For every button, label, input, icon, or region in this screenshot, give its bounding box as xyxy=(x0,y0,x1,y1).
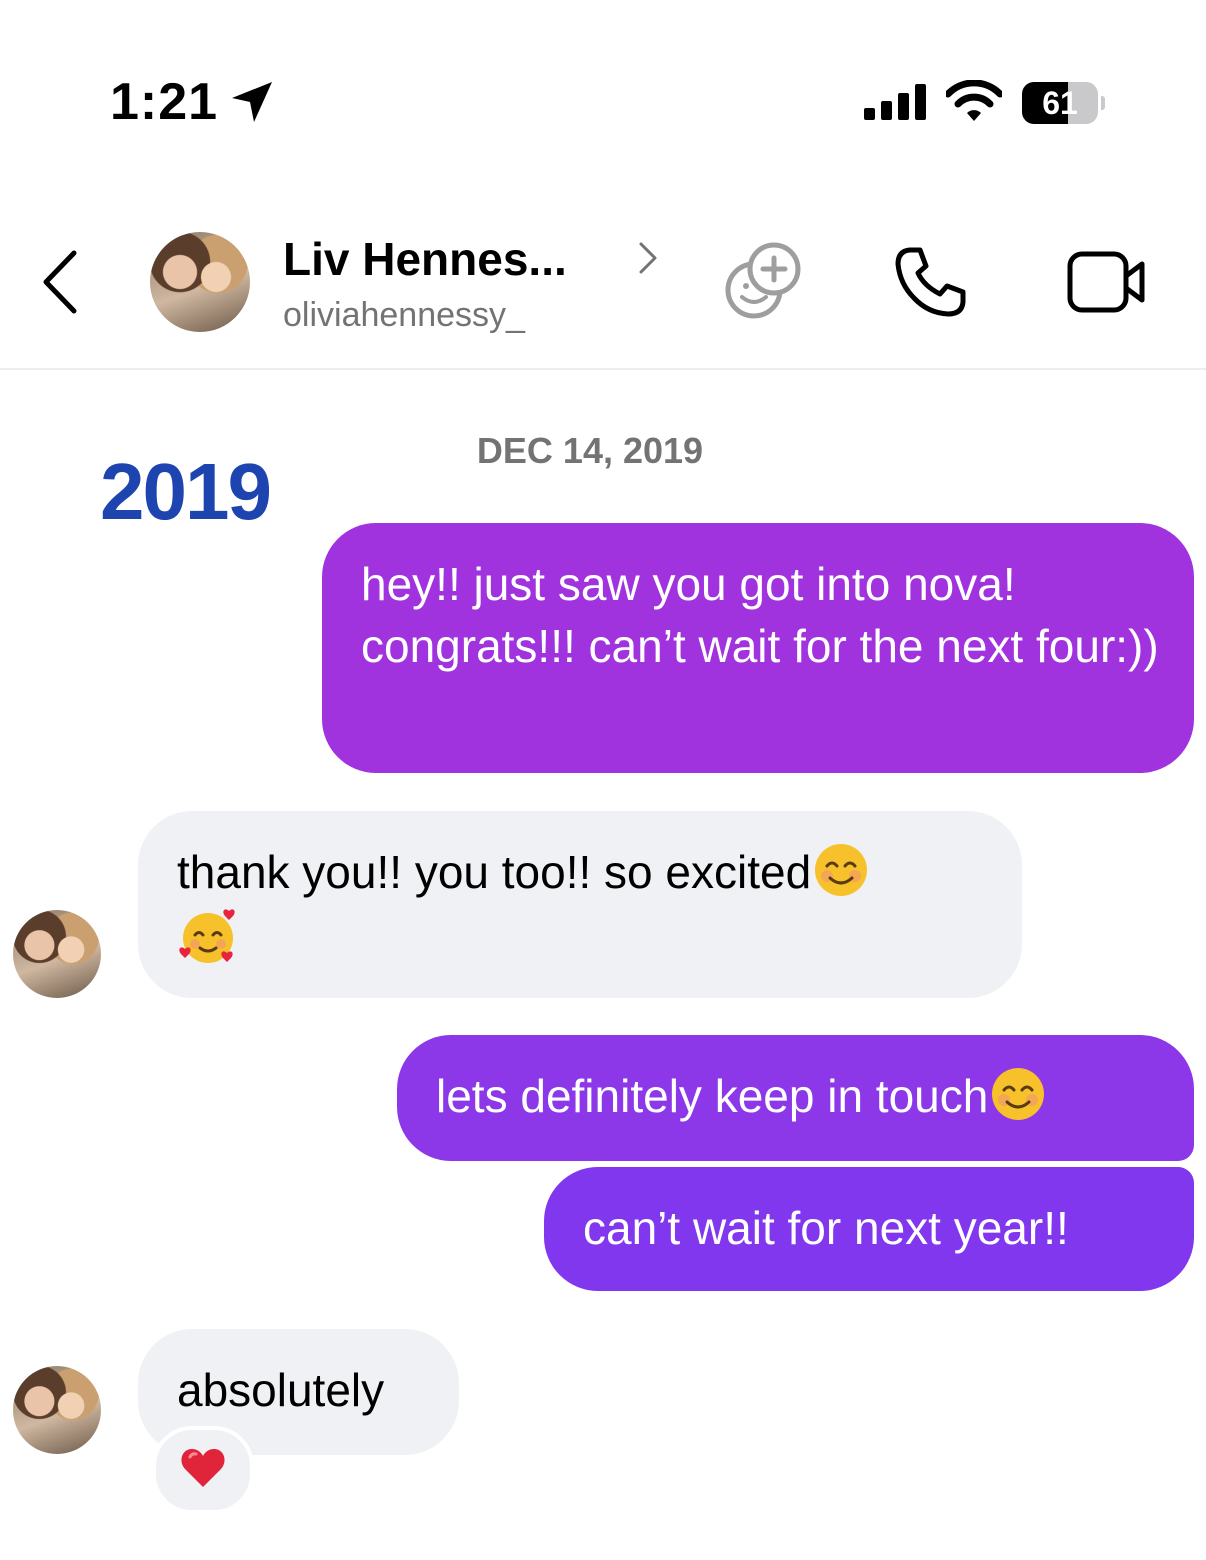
phone-icon[interactable] xyxy=(894,246,968,323)
sender-avatar[interactable] xyxy=(13,910,101,998)
cellular-signal-icon xyxy=(864,84,926,125)
contact-username[interactable]: oliviahennessy_ xyxy=(283,296,525,335)
contact-avatar[interactable] xyxy=(150,232,250,332)
wifi-icon xyxy=(944,79,1004,127)
message-text: hey!! just saw you got into nova! congra… xyxy=(361,558,1159,672)
back-chevron-icon xyxy=(40,249,80,320)
location-arrow-icon xyxy=(228,78,276,131)
smiling-face-with-smiling-eyes-icon xyxy=(990,1066,1046,1122)
battery-icon: 61 xyxy=(1022,82,1105,124)
header-divider xyxy=(0,368,1206,370)
reaction-badge[interactable] xyxy=(152,1426,254,1514)
video-camera-icon[interactable] xyxy=(1066,248,1146,321)
date-separator: DEC 14, 2019 xyxy=(476,430,704,471)
chevron-right-icon[interactable] xyxy=(636,240,660,281)
message-text: absolutely xyxy=(177,1364,385,1416)
incoming-message[interactable]: thank you!! you too!! so excited xyxy=(138,811,1022,998)
outgoing-message[interactable]: hey!! just saw you got into nova! congra… xyxy=(322,523,1194,773)
smiling-face-with-hearts-icon xyxy=(177,905,239,967)
status-time: 1:21 xyxy=(110,73,219,131)
message-text: can’t wait for next year!! xyxy=(583,1202,1069,1254)
contact-name[interactable]: Liv Hennes... xyxy=(283,232,567,286)
sender-avatar[interactable] xyxy=(13,1366,101,1454)
battery-percent: 61 xyxy=(1042,85,1078,121)
message-text: thank you!! you too!! so excited xyxy=(177,846,812,898)
smiling-face-with-smiling-eyes-icon xyxy=(813,842,869,898)
message-text: lets definitely keep in touch xyxy=(436,1070,989,1122)
sticker-add-icon[interactable] xyxy=(722,240,804,327)
outgoing-message[interactable]: can’t wait for next year!! xyxy=(544,1167,1194,1291)
back-button[interactable] xyxy=(30,244,90,324)
red-heart-icon xyxy=(180,1447,226,1494)
outgoing-message[interactable]: lets definitely keep in touch xyxy=(397,1035,1194,1161)
